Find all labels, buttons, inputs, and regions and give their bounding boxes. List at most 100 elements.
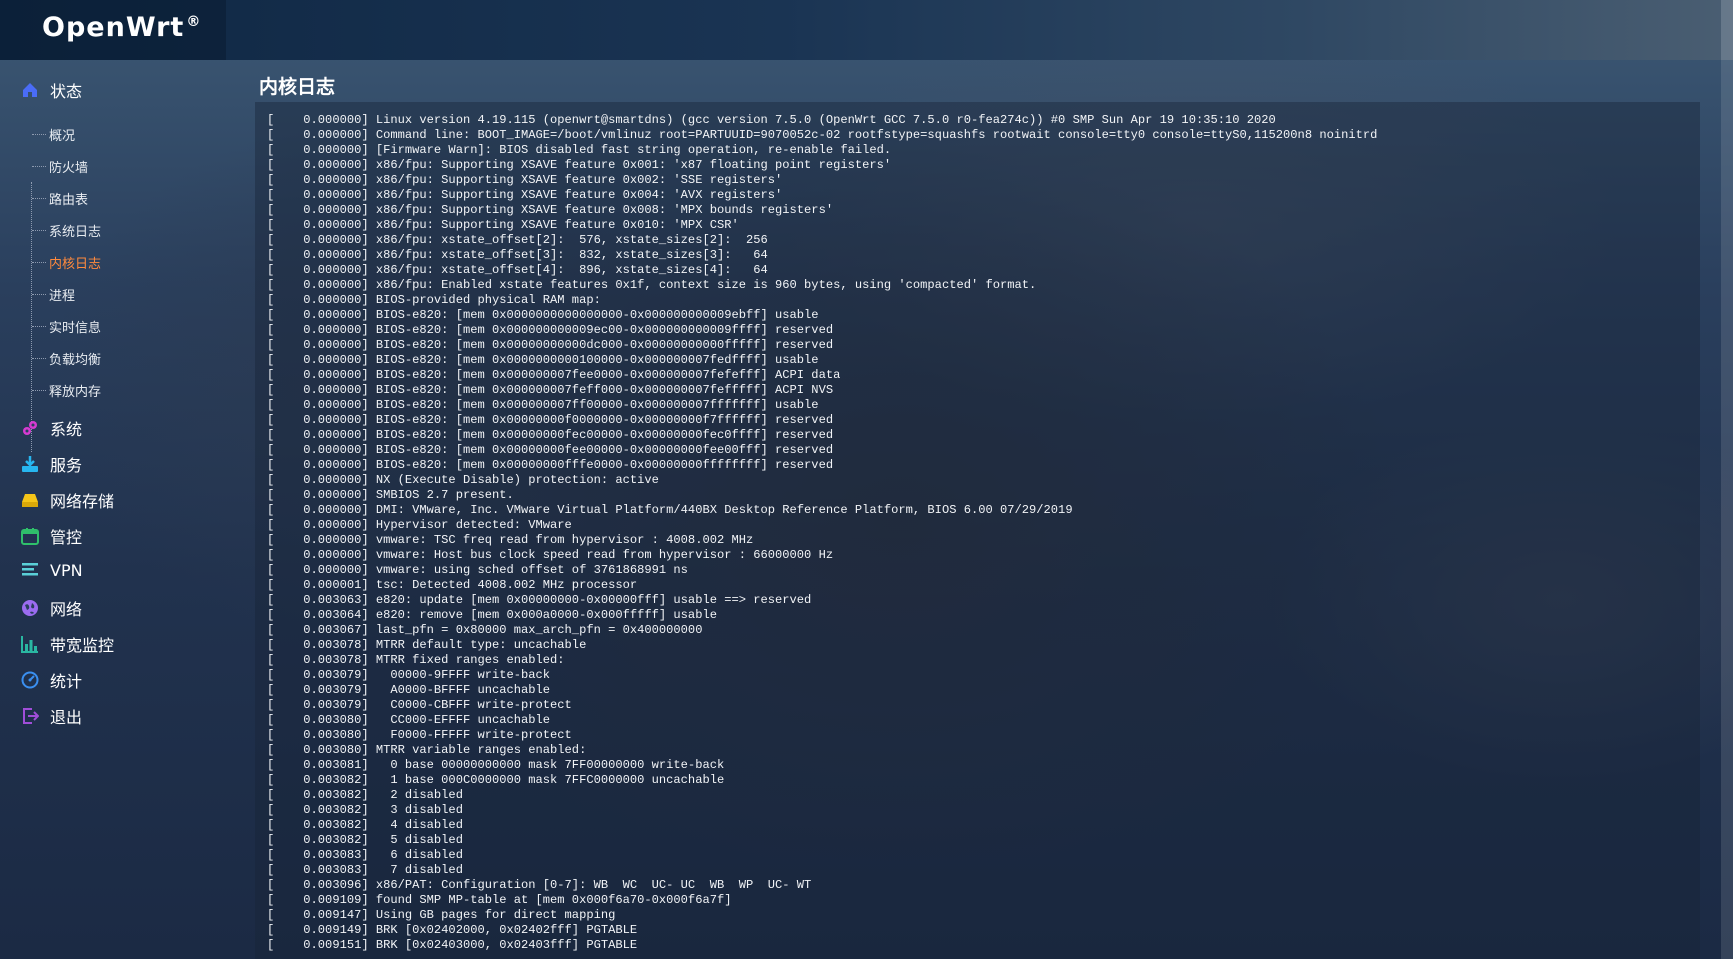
home-icon xyxy=(20,80,40,100)
log-line: [ 0.003063] e820: update [mem 0x00000000… xyxy=(267,593,812,607)
sidebar-item-label: 概况 xyxy=(49,128,76,144)
log-line: [ 0.000000] BIOS-e820: [mem 0x00000000ff… xyxy=(267,458,834,472)
tree-connector xyxy=(32,133,46,135)
sidebar-group-label: 统计 xyxy=(50,672,83,691)
log-line: [ 0.000000] BIOS-e820: [mem 0x0000000000… xyxy=(267,308,819,322)
sidebar-item-label: 内核日志 xyxy=(49,256,102,272)
log-line: [ 0.003096] x86/PAT: Configuration [0-7]… xyxy=(267,878,812,892)
log-line: [ 0.009109] found SMP MP-table at [mem 0… xyxy=(267,893,732,907)
log-line: [ 0.003064] e820: remove [mem 0x000a0000… xyxy=(267,608,717,622)
sidebar-group-bandwidth[interactable]: 带宽监控 xyxy=(20,632,114,656)
log-line: [ 0.000000] x86/fpu: xstate_offset[4]: 8… xyxy=(267,263,768,277)
sidebar-item-label: 负载均衡 xyxy=(49,352,102,368)
tree-connector xyxy=(32,357,46,359)
log-line: [ 0.000000] BIOS-e820: [mem 0x0000000000… xyxy=(267,353,819,367)
download-tray-icon xyxy=(20,454,40,474)
log-line: [ 0.000000] BIOS-e820: [mem 0x00000000fe… xyxy=(267,428,834,442)
sidebar-item-system-log[interactable]: 系统日志 xyxy=(32,220,101,240)
sidebar-item-kernel-log[interactable]: 内核日志 xyxy=(32,252,101,272)
sidebar-group-logout[interactable]: 退出 xyxy=(20,704,82,728)
log-line: [ 0.009147] Using GB pages for direct ma… xyxy=(267,908,616,922)
log-line: [ 0.000000] [Firmware Warn]: BIOS disabl… xyxy=(267,143,892,157)
log-line: [ 0.000000] vmware: TSC freq read from h… xyxy=(267,533,754,547)
tree-connector xyxy=(32,197,46,199)
sidebar-item-label: 进程 xyxy=(49,288,76,304)
log-line: [ 0.000000] Linux version 4.19.115 (open… xyxy=(267,113,1276,127)
sidebar-group-label: 网络存储 xyxy=(50,492,115,511)
sidebar-item-realtime[interactable]: 实时信息 xyxy=(32,316,101,336)
sidebar-group-network[interactable]: 网络 xyxy=(20,596,82,620)
sidebar-group-label: 带宽监控 xyxy=(50,636,115,655)
log-line: [ 0.000000] vmware: Host bus clock speed… xyxy=(267,548,834,562)
brand-logo[interactable]: OpenWrt ® xyxy=(42,12,201,43)
sidebar-group-nas[interactable]: 网络存储 xyxy=(20,488,114,512)
sidebar-item-free-memory[interactable]: 释放内存 xyxy=(32,380,101,400)
bar-chart-icon xyxy=(20,634,40,654)
brand-area[interactable]: OpenWrt ® xyxy=(0,0,226,60)
sidebar-group-vpn[interactable]: VPN xyxy=(20,560,83,580)
log-line: [ 0.000000] BIOS-e820: [mem 0x0000000000… xyxy=(267,323,834,337)
log-line: [ 0.009151] BRK [0x02403000, 0x02403fff]… xyxy=(267,938,638,952)
kernel-log-panel[interactable]: [ 0.000000] Linux version 4.19.115 (open… xyxy=(255,102,1700,959)
sidebar-item-routes[interactable]: 路由表 xyxy=(32,188,88,208)
log-line: [ 0.000000] x86/fpu: Supporting XSAVE fe… xyxy=(267,173,783,187)
gauge-icon xyxy=(20,670,40,690)
log-line: [ 0.003083] 6 disabled xyxy=(267,848,463,862)
log-line: [ 0.000000] vmware: using sched offset o… xyxy=(267,563,688,577)
log-line: [ 0.003067] last_pfn = 0x80000 max_arch_… xyxy=(267,623,703,637)
sidebar-item-overview[interactable]: 概况 xyxy=(32,124,75,144)
log-line: [ 0.000000] BIOS-e820: [mem 0x0000000000… xyxy=(267,338,834,352)
log-line: [ 0.003081] 0 base 00000000000 mask 7FF0… xyxy=(267,758,725,772)
tree-connector xyxy=(32,229,46,231)
log-line: [ 0.000000] BIOS-e820: [mem 0x000000007f… xyxy=(267,398,819,412)
sidebar-group-label: 网络 xyxy=(50,600,83,619)
log-line: [ 0.009149] BRK [0x02402000, 0x02402fff]… xyxy=(267,923,638,937)
log-line: [ 0.000000] x86/fpu: Enabled xstate feat… xyxy=(267,278,1037,292)
log-line: [ 0.003079] 00000-9FFFF write-back xyxy=(267,668,551,682)
sidebar-group-label: 管控 xyxy=(50,528,83,547)
log-line: [ 0.003078] MTRR default type: uncachabl… xyxy=(267,638,587,652)
tree-connector xyxy=(32,261,46,263)
log-line: [ 0.000000] NX (Execute Disable) protect… xyxy=(267,473,659,487)
sidebar-group-system[interactable]: 系统 xyxy=(20,416,82,440)
log-line: [ 0.000000] BIOS-e820: [mem 0x000000007f… xyxy=(267,368,841,382)
log-line: [ 0.000000] x86/fpu: Supporting XSAVE fe… xyxy=(267,203,834,217)
sidebar-group-status[interactable]: 状态 xyxy=(20,78,82,102)
sidebar-item-firewall[interactable]: 防火墙 xyxy=(32,156,88,176)
log-line: [ 0.000000] Hypervisor detected: VMware xyxy=(267,518,572,532)
calendar-icon xyxy=(20,526,40,546)
tree-connector xyxy=(32,389,46,391)
sidebar-item-label: 释放内存 xyxy=(49,384,102,400)
sidebar-item-processes[interactable]: 进程 xyxy=(32,284,75,304)
sidebar: 状态 概况 防火墙 路由表 系统日志 内核日志 进程 实时信息 负载均衡 释放内… xyxy=(0,60,250,959)
sidebar-group-label: 服务 xyxy=(50,456,83,475)
log-line: [ 0.000000] x86/fpu: xstate_offset[3]: 8… xyxy=(267,248,768,262)
log-line: [ 0.003079] C0000-CBFFF write-protect xyxy=(267,698,572,712)
log-line: [ 0.003082] 1 base 000C0000000 mask 7FFC… xyxy=(267,773,725,787)
sidebar-group-control[interactable]: 管控 xyxy=(20,524,82,548)
globe-icon xyxy=(20,598,40,618)
sidebar-item-label: 路由表 xyxy=(49,192,89,208)
sidebar-item-label: 防火墙 xyxy=(49,160,89,176)
log-line: [ 0.000000] BIOS-e820: [mem 0x00000000f0… xyxy=(267,413,834,427)
log-line: [ 0.003082] 3 disabled xyxy=(267,803,463,817)
log-line: [ 0.000000] x86/fpu: Supporting XSAVE fe… xyxy=(267,218,739,232)
log-line: [ 0.000000] Command line: BOOT_IMAGE=/bo… xyxy=(267,128,1378,142)
tree-connector xyxy=(32,293,46,295)
sidebar-group-label: 退出 xyxy=(50,708,83,727)
gear-cluster-icon xyxy=(20,418,40,438)
log-line: [ 0.000000] BIOS-provided physical RAM m… xyxy=(267,293,601,307)
sidebar-group-statistics[interactable]: 统计 xyxy=(20,668,82,692)
log-line: [ 0.000000] x86/fpu: Supporting XSAVE fe… xyxy=(267,158,892,172)
registered-mark: ® xyxy=(186,14,202,30)
log-line: [ 0.003080] CC000-EFFFF uncachable xyxy=(267,713,551,727)
sidebar-group-label: VPN xyxy=(50,560,83,580)
sidebar-item-load-balance[interactable]: 负载均衡 xyxy=(32,348,101,368)
header-scrollbar[interactable] xyxy=(1721,0,1733,60)
sidebar-item-label: 系统日志 xyxy=(49,224,102,240)
page-scrollbar[interactable] xyxy=(1721,60,1733,959)
log-line: [ 0.000001] tsc: Detected 4008.002 MHz p… xyxy=(267,578,638,592)
sidebar-group-services[interactable]: 服务 xyxy=(20,452,82,476)
log-line: [ 0.000000] BIOS-e820: [mem 0x00000000fe… xyxy=(267,443,834,457)
log-line: [ 0.003078] MTRR fixed ranges enabled: xyxy=(267,653,565,667)
